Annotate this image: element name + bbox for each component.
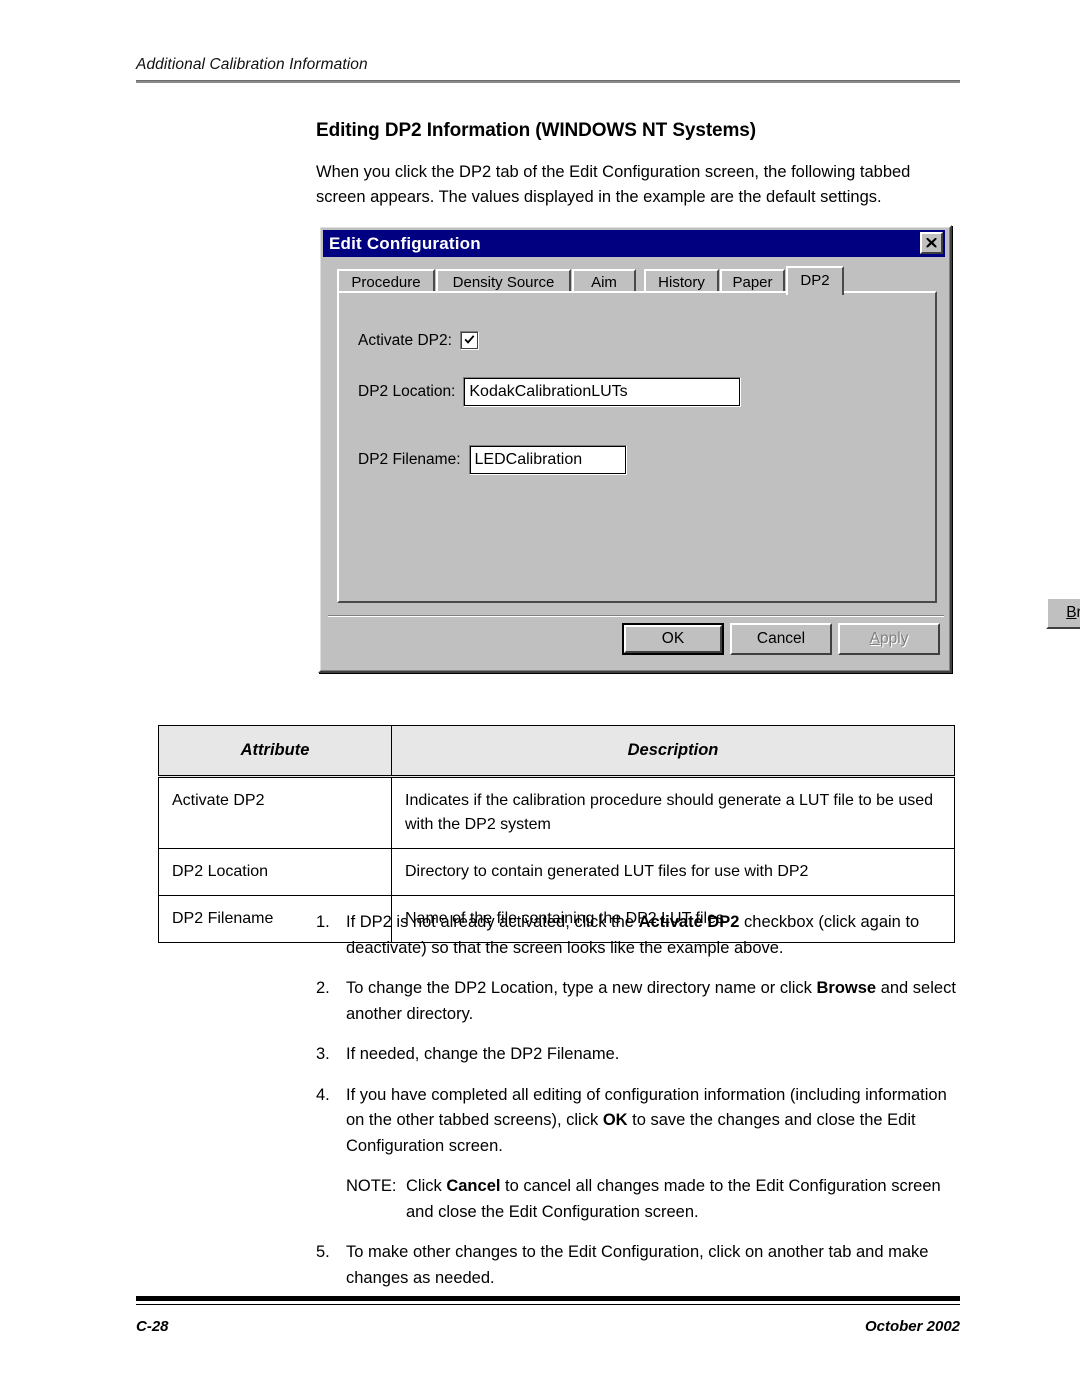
table-row: DP2 Location Directory to contain genera… — [158, 848, 955, 896]
page-footer: C-28 October 2002 — [136, 1318, 960, 1335]
footer-rule — [136, 1296, 960, 1305]
step-text: To change the DP2 Location, type a new d… — [346, 976, 964, 1027]
activate-dp2-label: Activate DP2: — [358, 331, 452, 349]
edit-configuration-dialog: Edit Configuration Procedure Density Sou… — [318, 225, 1080, 673]
step-number: 4. — [316, 1085, 330, 1104]
table-header-row: Attribute Description — [158, 725, 955, 778]
cell-description: Indicates if the calibration procedure s… — [391, 776, 955, 849]
apply-button: Apply — [838, 623, 940, 655]
dp2-location-label: DP2 Location: — [358, 383, 456, 400]
note-text-bold: Cancel — [446, 1177, 501, 1195]
dialog-title: Edit Configuration — [329, 233, 481, 253]
dp2-tab-panel: Activate DP2: DP2 Location: KodakCalibra… — [337, 291, 937, 603]
step-text: To make other changes to the Edit Config… — [346, 1240, 964, 1291]
intro-paragraph: When you click the DP2 tab of the Edit C… — [316, 163, 911, 206]
tab-density-source[interactable]: Density Source — [436, 269, 571, 293]
note-label: NOTE: — [346, 1177, 397, 1195]
page-number: C-28 — [136, 1318, 169, 1335]
tab-aim[interactable]: Aim — [572, 269, 636, 293]
step-text-bold: Activate DP2 — [638, 913, 740, 931]
activate-dp2-row: Activate DP2: — [358, 331, 479, 350]
cancel-button[interactable]: Cancel — [730, 623, 832, 655]
tab-dp2[interactable]: DP2 — [786, 266, 844, 295]
browse-button[interactable]: Browse... — [1046, 597, 1080, 629]
column-header-attribute: Attribute — [158, 725, 392, 778]
running-header-text: Additional Calibration Information — [136, 56, 368, 73]
step-text: If DP2 is not already activated, click t… — [346, 910, 964, 961]
dp2-filename-label: DP2 Filename: — [358, 451, 461, 468]
step-text-pre: If needed, change the DP2 Filename. — [346, 1045, 620, 1063]
cell-description: Directory to contain generated LUT files… — [391, 848, 955, 896]
dialog-tabstrip: Procedure Density Source Aim History Pap… — [337, 265, 937, 295]
ok-label: OK — [661, 630, 685, 647]
step-text: If you have completed all editing of con… — [346, 1083, 964, 1160]
list-item: 1. If DP2 is not already activated, clic… — [316, 910, 964, 961]
list-item: 4. If you have completed all editing of … — [316, 1083, 964, 1160]
ok-button[interactable]: OK — [622, 623, 724, 655]
step-text-pre: To change the DP2 Location, type a new d… — [346, 979, 817, 997]
dp2-filename-input[interactable]: LEDCalibration — [468, 445, 627, 475]
browse-label-rest: rowse... — [1076, 604, 1080, 621]
dp2-filename-row: DP2 Filename: LEDCalibration — [358, 445, 627, 475]
table-row: Activate DP2 Indicates if the calibratio… — [158, 776, 955, 849]
list-item: 2. To change the DP2 Location, type a ne… — [316, 976, 964, 1027]
running-header: Additional Calibration Information — [136, 56, 960, 83]
browse-accel-letter: B — [1066, 604, 1077, 621]
dp2-location-row: DP2 Location: KodakCalibrationLUTs — [358, 377, 742, 407]
step-text: If needed, change the DP2 Filename. — [346, 1042, 964, 1068]
cell-attribute: DP2 Location — [158, 848, 392, 896]
activate-dp2-checkbox[interactable] — [459, 331, 479, 350]
step-text-pre: To make other changes to the Edit Config… — [346, 1243, 929, 1287]
step-number: 3. — [316, 1045, 330, 1063]
dp2-location-input[interactable]: KodakCalibrationLUTs — [463, 377, 742, 407]
dialog-action-buttons: OK Cancel Apply — [320, 623, 954, 663]
tab-paper[interactable]: Paper — [720, 269, 785, 293]
checkmark-icon — [464, 335, 475, 344]
dialog-titlebar: Edit Configuration — [323, 230, 945, 257]
header-rule — [136, 80, 960, 83]
note-text-pre: Click — [406, 1177, 447, 1195]
close-icon[interactable] — [920, 232, 943, 254]
list-item: 3. If needed, change the DP2 Filename. — [316, 1042, 964, 1068]
dialog-separator — [328, 615, 944, 617]
apply-accel-letter: A — [869, 630, 880, 647]
step-number: 5. — [316, 1243, 330, 1261]
column-header-description: Description — [391, 725, 955, 778]
cancel-label: Cancel — [756, 630, 806, 647]
list-item: 5. To make other changes to the Edit Con… — [316, 1240, 964, 1291]
step-text-bold: OK — [602, 1111, 628, 1129]
step-number: 2. — [316, 979, 330, 997]
apply-label-rest: pply — [879, 630, 909, 647]
page-title: Editing DP2 Information (WINDOWS NT Syst… — [316, 120, 757, 141]
tab-history[interactable]: History — [644, 269, 719, 293]
cell-attribute: Activate DP2 — [158, 776, 392, 849]
procedure-steps: 1. If DP2 is not already activated, clic… — [316, 910, 964, 1306]
step-text-pre: If DP2 is not already activated, click t… — [346, 913, 639, 931]
footer-date: October 2002 — [864, 1318, 960, 1335]
step-text-bold: Browse — [816, 979, 877, 997]
step-number: 1. — [316, 913, 330, 931]
tab-procedure[interactable]: Procedure — [337, 269, 435, 293]
document-page: Additional Calibration Information Editi… — [0, 0, 1080, 1397]
note-block: NOTE: Click Cancel to cancel all changes… — [346, 1174, 964, 1225]
note-text: Click Cancel to cancel all changes made … — [406, 1174, 964, 1225]
